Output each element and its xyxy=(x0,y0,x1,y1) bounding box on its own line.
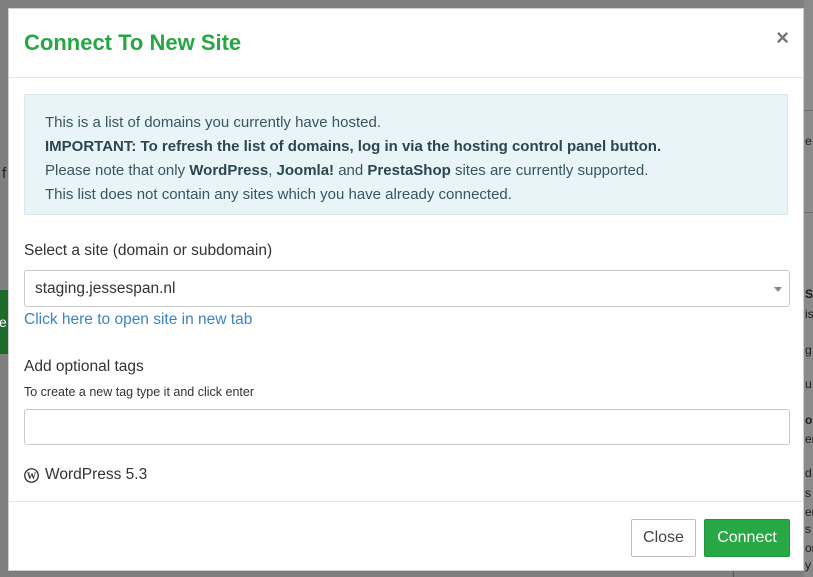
background-green-tab-text: e xyxy=(0,314,7,330)
tags-input[interactable] xyxy=(24,409,790,445)
site-select-value: staging.jessespan.nl xyxy=(35,280,176,297)
alert-text: Please note that only xyxy=(45,162,190,179)
background-fragment: on xyxy=(805,413,813,427)
alert-cms-wordpress: WordPress xyxy=(189,162,269,179)
close-icon[interactable]: × xyxy=(776,26,789,50)
alert-line-hosted: This is a list of domains you currently … xyxy=(45,114,381,131)
close-button[interactable]: Close xyxy=(631,519,696,557)
connect-site-modal: Connect To New Site × This is a list of … xyxy=(8,8,804,571)
background-fragment: is xyxy=(805,307,813,321)
background-fragment: g xyxy=(805,343,812,357)
background-fragment: s r xyxy=(805,486,813,500)
background-fragment: er xyxy=(805,505,813,519)
connect-button[interactable]: Connect xyxy=(704,519,790,557)
cms-version-text: WordPress 5.3 xyxy=(45,466,148,483)
site-select[interactable]: staging.jessespan.nl xyxy=(24,270,790,307)
tags-hint: To create a new tag type it and click en… xyxy=(24,385,254,399)
alert-important-text: IMPORTANT: To refresh the list of domain… xyxy=(45,138,662,155)
background-fragment: y xyxy=(805,558,811,572)
background-fragment: on xyxy=(805,541,813,555)
background-divider xyxy=(804,110,813,111)
alert-cms-prestashop: PrestaShop xyxy=(367,162,451,179)
alert-line-supported: Please note that only WordPress, Joomla!… xyxy=(45,159,767,183)
tags-label: Add optional tags xyxy=(24,358,144,375)
site-select-label: Select a site (domain or subdomain) xyxy=(24,242,273,259)
background-fragment: d xyxy=(805,466,812,480)
info-alert: This is a list of domains you currently … xyxy=(24,94,788,215)
background-fragment: s xyxy=(805,522,811,536)
modal-footer: Close Connect xyxy=(9,501,803,572)
modal-title: Connect To New Site xyxy=(24,30,242,55)
alert-line-important: IMPORTANT: To refresh the list of domain… xyxy=(45,135,767,159)
svg-text:W: W xyxy=(27,471,37,481)
alert-cms-joomla: Joomla! xyxy=(276,162,335,179)
background-fragment: er xyxy=(805,432,813,446)
background-fragment: u xyxy=(805,377,812,391)
alert-text: and xyxy=(334,162,368,179)
alert-text: sites are currently supported. xyxy=(450,162,649,179)
alert-line-connected: This list does not contain any sites whi… xyxy=(45,186,512,203)
background-divider xyxy=(804,212,813,213)
open-site-link[interactable]: Click here to open site in new tab xyxy=(24,311,252,329)
modal-header: Connect To New Site × xyxy=(9,9,803,78)
wordpress-icon: W xyxy=(24,467,39,483)
cms-version: W WordPress 5.3 xyxy=(24,466,147,484)
background-green-tab: e xyxy=(0,290,8,354)
caret-down-icon xyxy=(774,287,782,292)
background-text: f xyxy=(2,165,7,182)
alert-text: , xyxy=(268,162,277,179)
background-fragment: e xyxy=(805,134,812,148)
background-fragment: Si xyxy=(805,287,813,301)
